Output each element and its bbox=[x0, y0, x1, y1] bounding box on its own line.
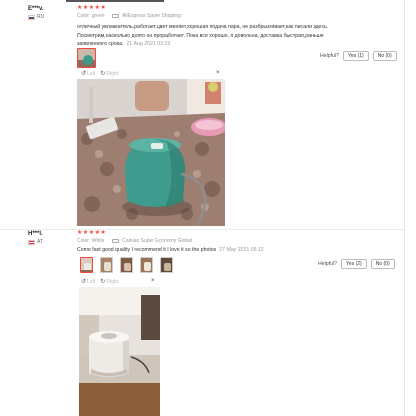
review-meta: Color: White Cainiao Super Economy Globa… bbox=[77, 237, 397, 245]
review-meta: Color: green AliExpress Saver Shipping bbox=[77, 12, 397, 20]
review-date: 21 Aug 2021 03:19 bbox=[126, 41, 171, 47]
color-value: White bbox=[91, 238, 105, 244]
reviewer-name: H***l. bbox=[28, 231, 43, 237]
review-photo[interactable] bbox=[77, 79, 225, 226]
photo-thumbnails bbox=[77, 48, 96, 68]
flag-icon bbox=[28, 239, 35, 245]
rotate-left-label: Left bbox=[87, 278, 96, 285]
star-rating: ★★★★★ bbox=[77, 230, 107, 236]
reviews-page: E***v. RU ★★★★★ Color: green AliExpress … bbox=[0, 0, 416, 416]
reviewer-name: E***v. bbox=[28, 6, 44, 12]
photo-thumbnail[interactable] bbox=[140, 257, 153, 273]
close-viewer-button[interactable]: × bbox=[216, 70, 220, 76]
helpful-yes-button[interactable]: Yes (1) bbox=[343, 51, 369, 61]
rotate-right-icon: ↻ bbox=[100, 71, 106, 77]
photo-thumbnail[interactable] bbox=[100, 257, 113, 273]
helpful-no-button[interactable]: No (0) bbox=[372, 51, 397, 61]
review-photo[interactable] bbox=[79, 287, 160, 416]
review-item: H***l. AT ★★★★★ Color: White Cainiao Sup… bbox=[0, 229, 404, 416]
country-code: RU bbox=[37, 14, 45, 20]
shipping-icon bbox=[111, 238, 119, 243]
country-code: AT bbox=[37, 239, 44, 245]
helpful-section: Helpful? Yes (2) No (0) bbox=[318, 259, 395, 269]
photo-viewer-controls: ↺ Left ↻ Right bbox=[81, 70, 119, 78]
flag-icon bbox=[28, 14, 35, 20]
review-body: отличный увлажнитель,работает,цвет меняе… bbox=[77, 24, 329, 47]
review-date: 27 May 2021 05:12 bbox=[219, 247, 264, 253]
review-body: Come fast good quality I recommend it I … bbox=[77, 247, 217, 253]
helpful-label: Helpful? bbox=[320, 53, 340, 59]
color-label: Color: bbox=[77, 238, 91, 244]
color-value: green bbox=[91, 13, 105, 19]
color-label: Color: bbox=[77, 13, 91, 19]
helpful-section: Helpful? Yes (1) No (0) bbox=[320, 51, 397, 61]
rotate-right-label: Right bbox=[106, 70, 119, 77]
rotate-left-control[interactable]: ↺ Left bbox=[81, 70, 96, 78]
rotate-right-icon: ↻ bbox=[100, 279, 106, 285]
star-rating: ★★★★★ bbox=[77, 5, 107, 11]
reviewer-country: AT bbox=[28, 239, 43, 245]
photo-thumbnails bbox=[80, 257, 173, 273]
rotate-left-label: Left bbox=[87, 70, 96, 77]
shipping-method: AliExpress Saver Shipping bbox=[122, 13, 181, 19]
rotate-left-control[interactable]: ↺ Left bbox=[81, 278, 96, 286]
photo-thumbnail[interactable] bbox=[120, 257, 133, 273]
photo-thumbnail[interactable] bbox=[160, 257, 173, 273]
rotate-left-icon: ↺ bbox=[81, 279, 87, 285]
rotate-right-label: Right bbox=[106, 278, 119, 285]
review-content: ★★★★★ Color: green AliExpress Saver Ship… bbox=[77, 4, 397, 49]
photo-viewer-controls: ↺ Left ↻ Right bbox=[81, 278, 119, 286]
shipping-method: Cainiao Super Economy Global bbox=[122, 238, 193, 244]
review-item: E***v. RU ★★★★★ Color: green AliExpress … bbox=[0, 0, 404, 229]
right-border bbox=[404, 0, 405, 416]
close-viewer-button[interactable]: × bbox=[151, 278, 155, 284]
helpful-no-button[interactable]: No (0) bbox=[370, 259, 395, 269]
photo-thumbnail[interactable] bbox=[80, 257, 93, 273]
review-text: Come fast good quality I recommend it I … bbox=[77, 246, 397, 255]
review-text: отличный увлажнитель,работает,цвет меняе… bbox=[77, 23, 339, 49]
helpful-yes-button[interactable]: Yes (2) bbox=[341, 259, 367, 269]
shipping-icon bbox=[111, 13, 119, 18]
rotate-right-control[interactable]: ↻ Right bbox=[100, 278, 119, 286]
rotate-left-icon: ↺ bbox=[81, 71, 87, 77]
review-content: ★★★★★ Color: White Cainiao Super Economy… bbox=[77, 229, 397, 255]
rotate-right-control[interactable]: ↻ Right bbox=[100, 70, 119, 78]
helpful-label: Helpful? bbox=[318, 261, 338, 267]
photo-thumbnail[interactable] bbox=[77, 48, 96, 68]
reviewer-country: RU bbox=[28, 14, 44, 20]
